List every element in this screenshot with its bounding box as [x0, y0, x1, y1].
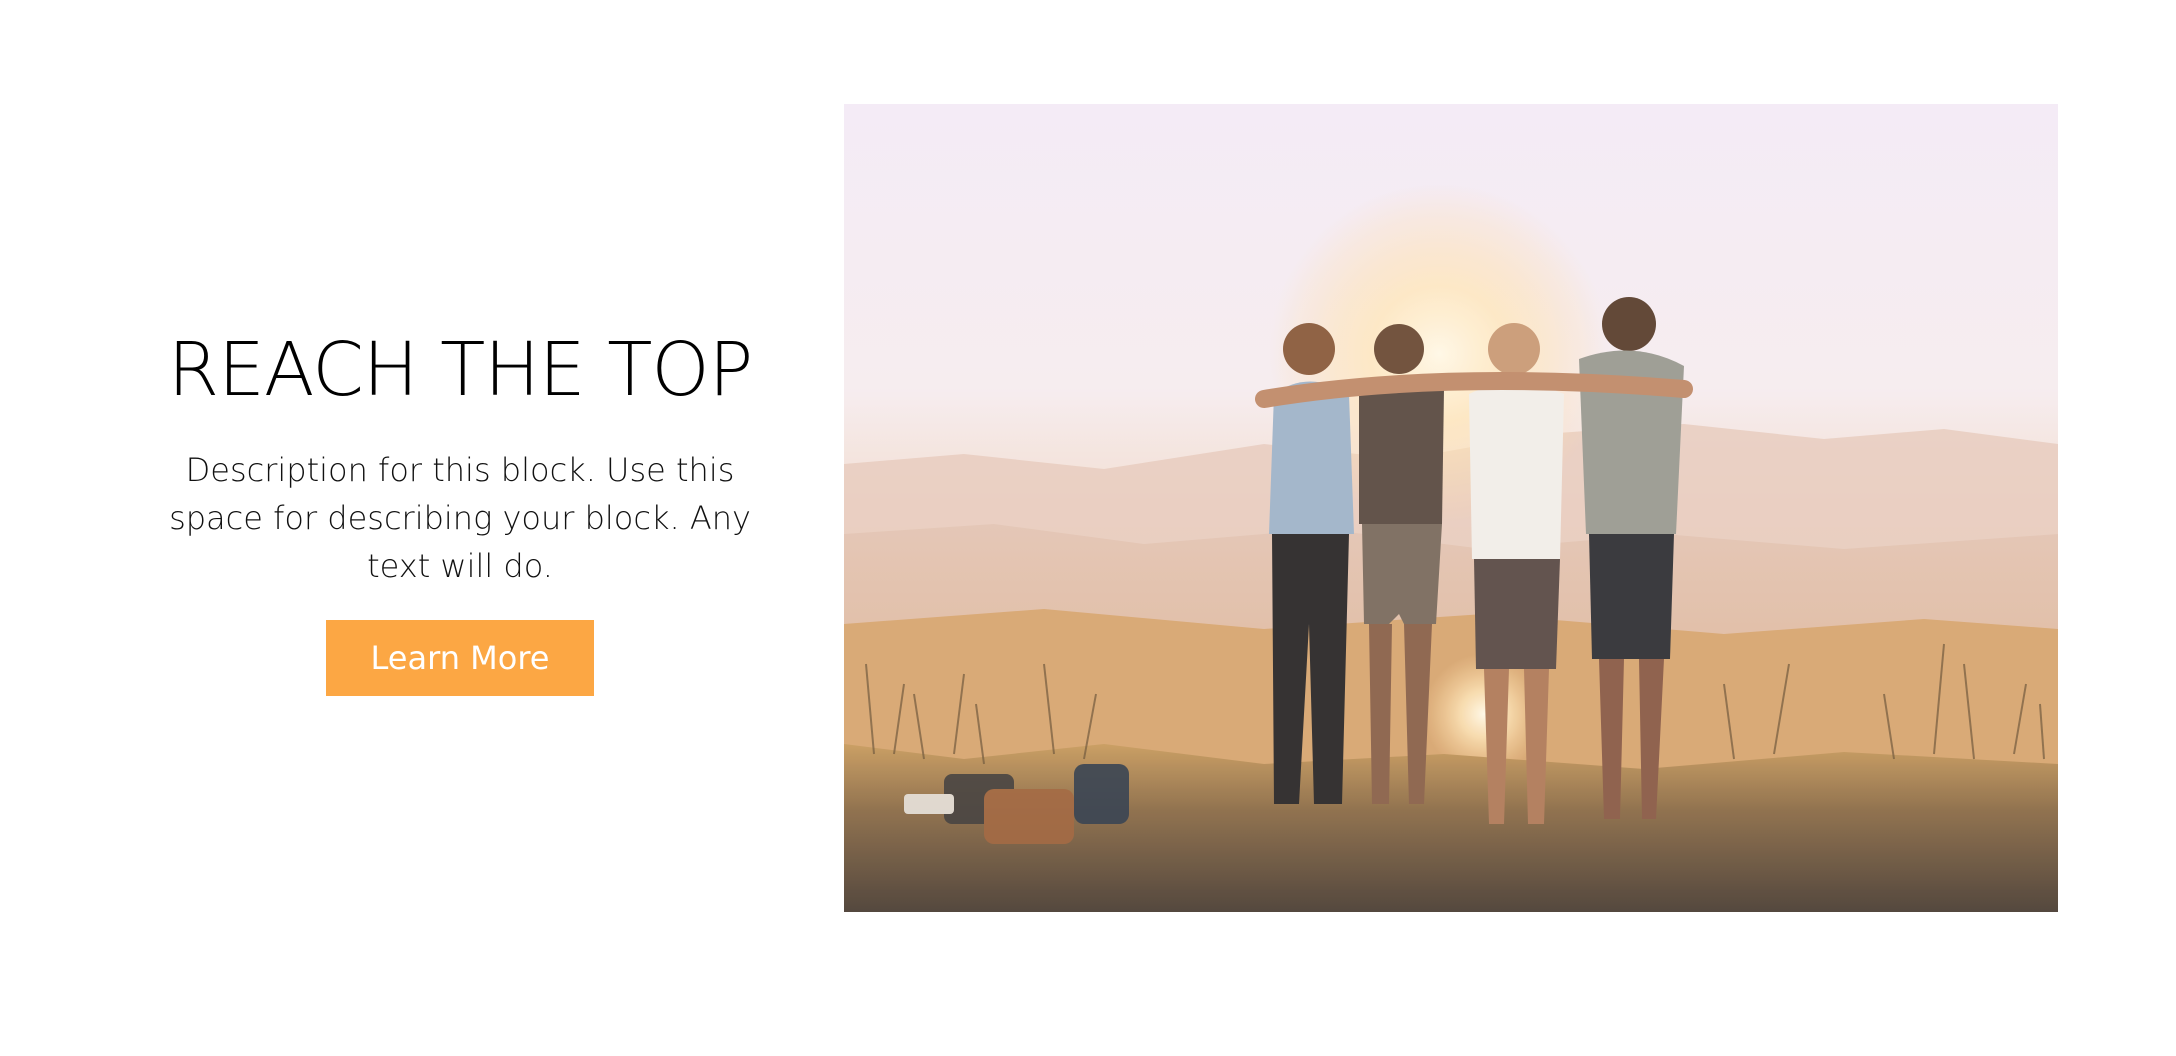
hero-title: REACH THE TOP — [167, 327, 754, 413]
group-sunset-illustration — [844, 104, 2058, 912]
hero-text-block: REACH THE TOP Description for this block… — [140, 320, 780, 696]
hero-description: Description for this block. Use this spa… — [169, 451, 751, 585]
hero-image — [844, 104, 2058, 912]
page: REACH THE TOP Description for this block… — [0, 0, 2176, 1056]
learn-more-button[interactable]: Learn More — [326, 620, 594, 696]
